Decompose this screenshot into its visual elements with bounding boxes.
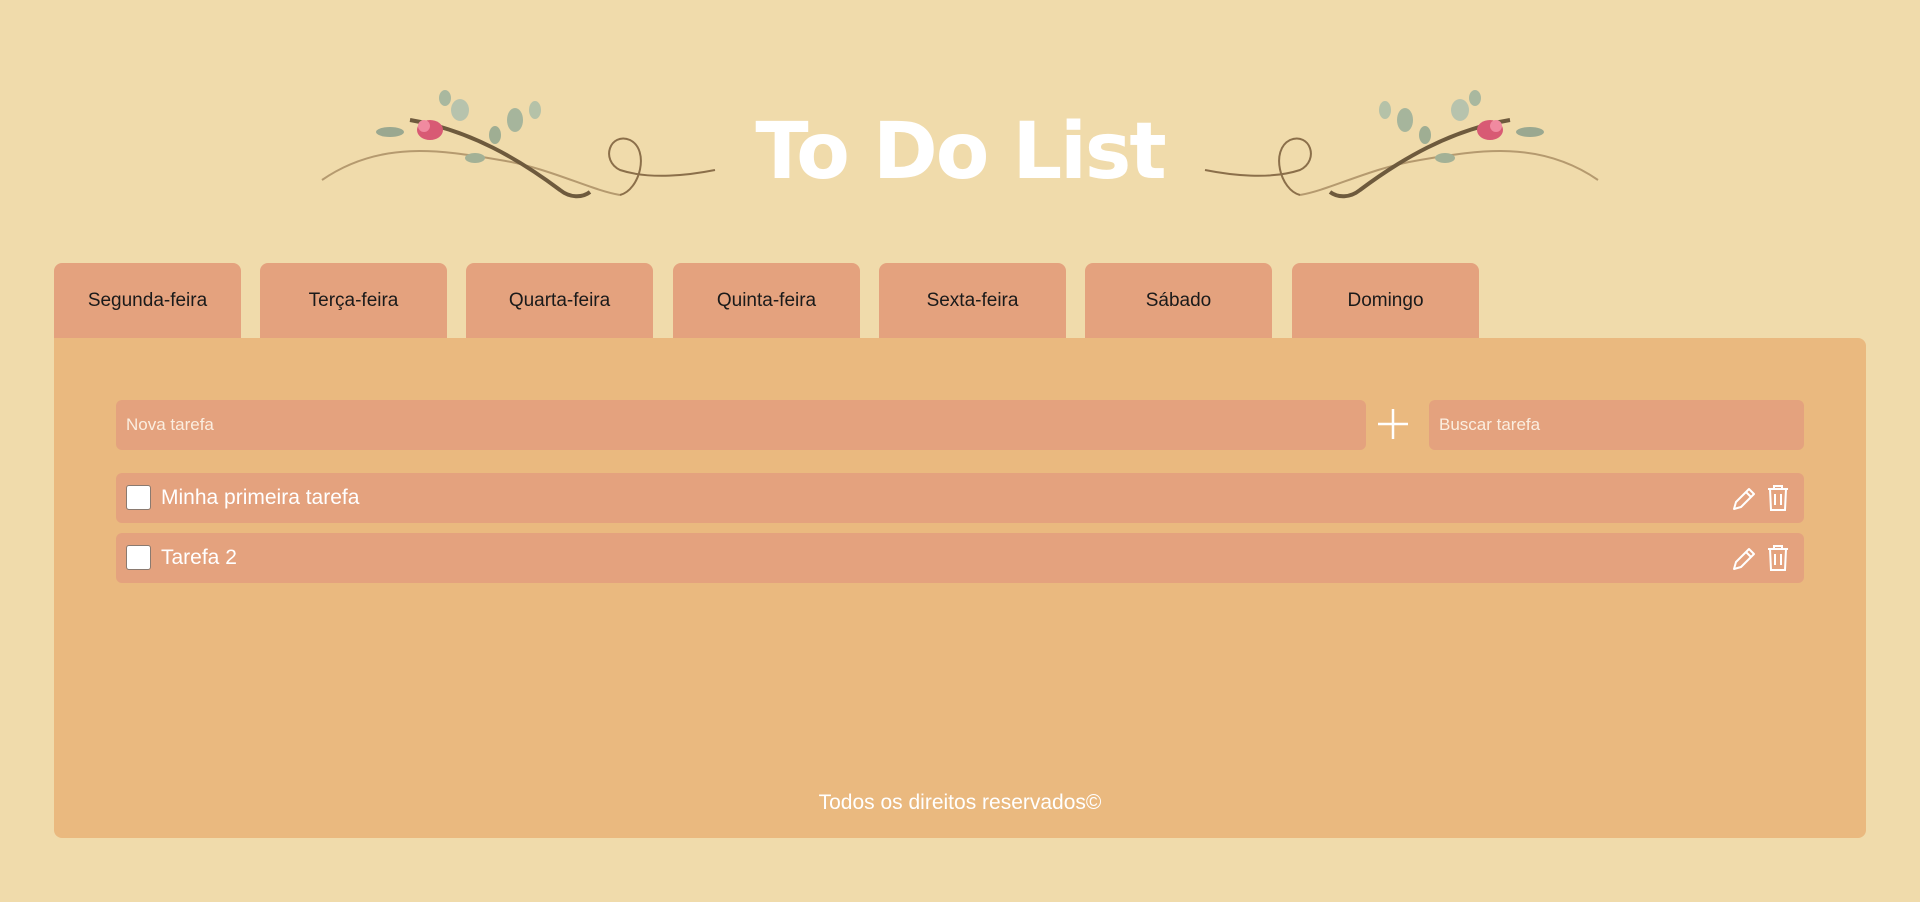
add-task-button[interactable] bbox=[1370, 400, 1416, 448]
page-title: To Do List bbox=[755, 107, 1166, 197]
footer-copyright: Todos os direitos reservados© bbox=[818, 791, 1102, 814]
header: To Do List bbox=[0, 0, 1920, 262]
task-item: Tarefa 2 bbox=[116, 533, 1804, 583]
tab-segunda-feira[interactable]: Segunda-feira bbox=[54, 263, 241, 339]
trash-icon[interactable] bbox=[1764, 543, 1792, 573]
task-checkbox[interactable] bbox=[126, 545, 151, 570]
plus-icon bbox=[1378, 409, 1408, 439]
tab-quarta-feira[interactable]: Quarta-feira bbox=[466, 263, 653, 339]
tab-sabado[interactable]: Sábado bbox=[1085, 263, 1272, 339]
trash-icon[interactable] bbox=[1764, 483, 1792, 513]
task-checkbox[interactable] bbox=[126, 485, 151, 510]
tab-domingo[interactable]: Domingo bbox=[1292, 263, 1479, 339]
tab-sexta-feira[interactable]: Sexta-feira bbox=[879, 263, 1066, 339]
task-panel: Minha primeira tarefa Tarefa 2 Todos os bbox=[54, 338, 1866, 838]
task-label: Tarefa 2 bbox=[161, 546, 237, 569]
new-task-input[interactable] bbox=[116, 400, 1366, 450]
floral-decoration-right bbox=[1204, 90, 1599, 199]
tab-quinta-feira[interactable]: Quinta-feira bbox=[673, 263, 860, 339]
pencil-icon[interactable] bbox=[1730, 543, 1758, 573]
tab-terca-feira[interactable]: Terça-feira bbox=[260, 263, 447, 339]
task-label: Minha primeira tarefa bbox=[161, 486, 360, 509]
search-task-input[interactable] bbox=[1429, 400, 1804, 450]
task-item: Minha primeira tarefa bbox=[116, 473, 1804, 523]
pencil-icon[interactable] bbox=[1730, 483, 1758, 513]
